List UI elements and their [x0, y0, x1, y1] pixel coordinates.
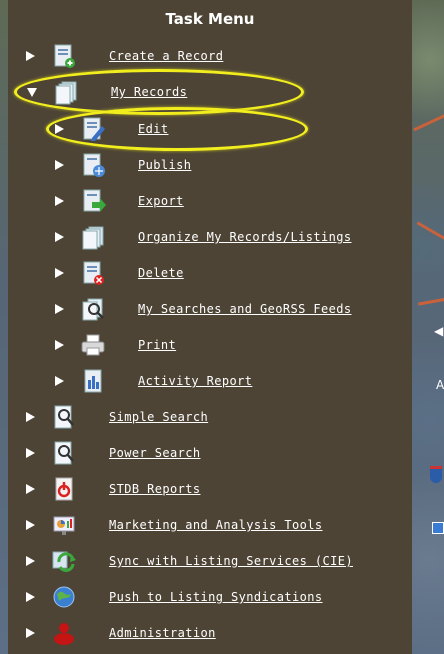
expand-arrow-icon[interactable]	[26, 448, 35, 458]
menu-item-label[interactable]: Push to Listing Syndications	[109, 590, 323, 604]
menu-item-label[interactable]: Administration	[109, 626, 216, 640]
menu-item-push-syndications[interactable]: Push to Listing Syndications	[26, 579, 323, 615]
menu-item-publish[interactable]: Publish	[55, 147, 191, 183]
menu-item-print[interactable]: Print	[55, 327, 176, 363]
menu-item-label[interactable]: Sync with Listing Services (CIE)	[109, 554, 353, 568]
printer-icon	[78, 331, 108, 359]
expand-arrow-icon[interactable]	[26, 484, 35, 494]
menu-item-marketing-analysis[interactable]: Marketing and Analysis Tools	[26, 507, 323, 543]
globe-icon	[49, 583, 79, 611]
menu-item-power-search[interactable]: Power Search	[26, 435, 201, 471]
menu-item-label[interactable]: Marketing and Analysis Tools	[109, 518, 323, 532]
expand-arrow-icon[interactable]	[26, 628, 35, 638]
analysis-tools-icon	[49, 511, 79, 539]
stdb-report-icon	[49, 475, 79, 503]
menu-item-label[interactable]: My Searches and GeoRSS Feeds	[138, 302, 352, 316]
menu-item-stdb-reports[interactable]: STDB Reports	[26, 471, 201, 507]
document-add-icon	[49, 42, 79, 70]
document-export-icon	[78, 187, 108, 215]
menu-item-export[interactable]: Export	[55, 183, 184, 219]
admin-icon	[49, 619, 79, 647]
map-label: A	[436, 378, 444, 392]
expand-arrow-icon[interactable]	[55, 160, 64, 170]
highlight-ellipse-edit	[46, 107, 308, 151]
expand-arrow-icon[interactable]	[26, 412, 35, 422]
highway-shield-icon	[430, 466, 442, 483]
menu-item-simple-search[interactable]: Simple Search	[26, 399, 208, 435]
expand-arrow-icon[interactable]	[55, 376, 64, 386]
document-delete-icon	[78, 259, 108, 287]
magnifier-icon	[49, 403, 79, 431]
expand-arrow-icon[interactable]	[26, 556, 35, 566]
expand-arrow-icon[interactable]	[26, 592, 35, 602]
menu-item-activity-report[interactable]: Activity Report	[55, 363, 252, 399]
menu-item-organize-records[interactable]: Organize My Records/Listings	[55, 219, 352, 255]
expand-arrow-icon[interactable]	[55, 304, 64, 314]
menu-item-create-record[interactable]: Create a Record	[26, 38, 223, 74]
records-organize-icon	[78, 223, 108, 251]
menu-item-my-searches[interactable]: My Searches and GeoRSS Feeds	[55, 291, 352, 327]
menu-item-administration[interactable]: Administration	[26, 615, 216, 651]
menu-item-label[interactable]: Simple Search	[109, 410, 208, 424]
expand-arrow-icon[interactable]	[55, 196, 64, 206]
menu-item-label[interactable]: Export	[138, 194, 184, 208]
power-search-icon	[49, 439, 79, 467]
map-pan-arrow-icon[interactable]: ◀	[434, 324, 443, 338]
panel-title: Task Menu	[165, 10, 255, 28]
expand-arrow-icon[interactable]	[55, 232, 64, 242]
menu-item-label[interactable]: Power Search	[109, 446, 201, 460]
menu-item-label[interactable]: Activity Report	[138, 374, 252, 388]
map-marker-icon[interactable]	[432, 522, 444, 534]
saved-search-icon	[78, 295, 108, 323]
sync-icon	[49, 547, 79, 575]
task-menu-panel: Task Menu Create a Record My Records Edi…	[8, 0, 412, 654]
menu-item-sync-listing[interactable]: Sync with Listing Services (CIE)	[26, 543, 353, 579]
report-icon	[78, 367, 108, 395]
expand-arrow-icon[interactable]	[55, 340, 64, 350]
menu-item-label[interactable]: STDB Reports	[109, 482, 201, 496]
menu-item-label[interactable]: Organize My Records/Listings	[138, 230, 352, 244]
menu-item-delete[interactable]: Delete	[55, 255, 184, 291]
menu-item-label[interactable]: Print	[138, 338, 176, 352]
menu-item-label[interactable]: Create a Record	[109, 49, 223, 63]
expand-arrow-icon[interactable]	[26, 51, 35, 61]
document-publish-icon	[78, 151, 108, 179]
expand-arrow-icon[interactable]	[26, 520, 35, 530]
menu-item-label[interactable]: Publish	[138, 158, 191, 172]
expand-arrow-icon[interactable]	[55, 268, 64, 278]
menu-item-label[interactable]: Delete	[138, 266, 184, 280]
